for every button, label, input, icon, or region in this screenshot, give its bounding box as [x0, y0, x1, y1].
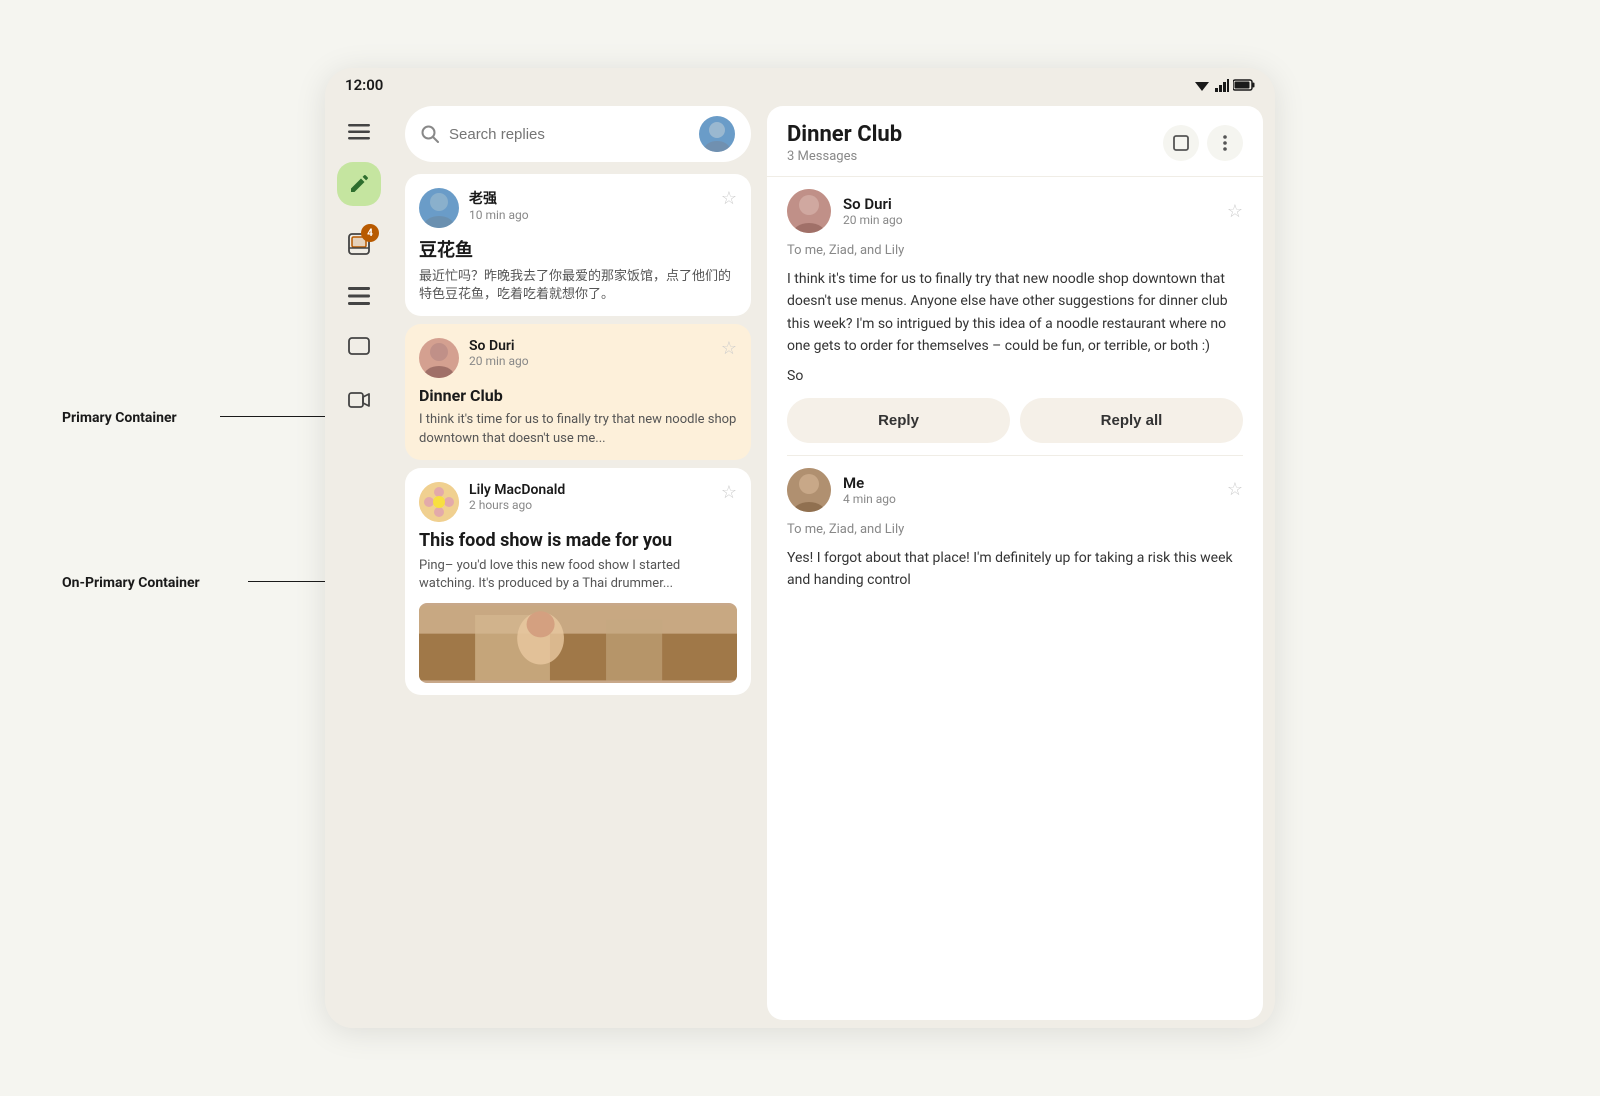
message-avatar-1: [787, 189, 831, 233]
message-body-2: Yes! I forgot about that place! I'm defi…: [787, 547, 1243, 592]
detail-more-button[interactable]: [1207, 125, 1243, 161]
reply-button[interactable]: Reply: [787, 398, 1010, 443]
detail-header-actions: [1163, 125, 1243, 161]
detail-count: 3 Messages: [787, 149, 902, 164]
email-preview-1: 最近忙吗？昨晚我去了你最爱的那家饭馆，点了他们的特色豆花鱼，吃着吃着就想你了。: [419, 268, 737, 304]
search-icon: [421, 125, 439, 143]
email-time-2: 20 min ago: [469, 354, 711, 368]
email-avatar-1: [419, 188, 459, 228]
search-input[interactable]: [449, 126, 689, 143]
status-icons: [1193, 79, 1255, 92]
detail-header: Dinner Club 3 Messages: [767, 106, 1263, 177]
reply-actions: Reply Reply all: [787, 398, 1243, 443]
email-header-2: So Duri 20 min ago ☆: [419, 338, 737, 378]
email-header-1: 老强 10 min ago ☆: [419, 188, 737, 228]
email-meta-3: Lily MacDonald 2 hours ago: [469, 482, 711, 512]
email-subject-3: This food show is made for you: [419, 530, 737, 551]
search-bar[interactable]: [405, 106, 751, 162]
message-sender-1: So Duri: [843, 195, 903, 213]
message-star-2[interactable]: ☆: [1227, 479, 1243, 500]
message-header-2: Me 4 min ago ☆: [787, 468, 1243, 512]
pencil-icon: [349, 174, 369, 194]
sidebar-chat-icon[interactable]: [337, 326, 381, 370]
signal-icon: [1215, 79, 1229, 92]
email-avatar-2: [419, 338, 459, 378]
star-icon-1[interactable]: ☆: [721, 188, 737, 209]
user-avatar: [699, 116, 735, 152]
sidebar-video-icon[interactable]: [337, 378, 381, 422]
status-time: 12:00: [345, 76, 383, 94]
detail-panel: Dinner Club 3 Messages: [767, 106, 1263, 1020]
battery-icon: [1233, 79, 1255, 91]
inbox-badge: 4: [361, 224, 379, 242]
message-recipients-1: To me, Ziad, and Lily: [787, 243, 1243, 258]
message-card-2: Me 4 min ago ☆ To me, Ziad, and Lily Yes…: [787, 468, 1243, 604]
email-time-1: 10 min ago: [469, 208, 711, 222]
detail-expand-button[interactable]: [1163, 125, 1199, 161]
message-body-1: I think it's time for us to finally try …: [787, 268, 1243, 358]
primary-container-label: Primary Container: [62, 410, 177, 426]
sidebar: 4: [325, 98, 393, 1028]
on-primary-container-label: On-Primary Container: [62, 575, 200, 591]
sidebar-compose-icon[interactable]: [337, 162, 381, 206]
email-image-thumb: [419, 603, 737, 683]
star-icon-2[interactable]: ☆: [721, 338, 737, 359]
message-avatar-2: [787, 468, 831, 512]
email-preview-2: I think it's time for us to finally try …: [419, 411, 737, 447]
star-icon-3[interactable]: ☆: [721, 482, 737, 503]
phone-frame: 12:00: [325, 68, 1275, 1028]
email-item-soduri[interactable]: So Duri 20 min ago ☆ Dinner Club I think…: [405, 324, 751, 459]
email-meta-1: 老强 10 min ago: [469, 188, 711, 222]
message-recipients-2: To me, Ziad, and Lily: [787, 522, 1243, 537]
email-item-lily[interactable]: Lily MacDonald 2 hours ago ☆ This food s…: [405, 468, 751, 695]
sidebar-inbox-icon[interactable]: 4: [337, 222, 381, 266]
message-time-1: 20 min ago: [843, 213, 903, 227]
message-star-1[interactable]: ☆: [1227, 201, 1243, 222]
email-sender-3: Lily MacDonald: [469, 482, 711, 498]
message-sender-2: Me: [843, 474, 896, 492]
primary-container-line: [220, 416, 340, 417]
sidebar-list-icon[interactable]: [337, 274, 381, 318]
detail-title: Dinner Club: [787, 122, 902, 147]
message-header-1: So Duri 20 min ago ☆: [787, 189, 1243, 233]
app-content: 4: [325, 98, 1275, 1028]
email-time-3: 2 hours ago: [469, 498, 711, 512]
message-signature-1: So: [787, 368, 1243, 384]
email-subject-2: Dinner Club: [419, 386, 737, 405]
email-item-laoquiang[interactable]: 老强 10 min ago ☆ 豆花鱼 最近忙吗？昨晚我去了你最爱的那家饭馆，点…: [405, 174, 751, 316]
email-meta-2: So Duri 20 min ago: [469, 338, 711, 368]
email-subject-1: 豆花鱼: [419, 236, 737, 262]
email-sender-2: So Duri: [469, 338, 711, 354]
email-list: 老强 10 min ago ☆ 豆花鱼 最近忙吗？昨晚我去了你最爱的那家饭馆，点…: [393, 98, 763, 1028]
message-time-2: 4 min ago: [843, 492, 896, 506]
wifi-icon: [1193, 79, 1211, 92]
email-avatar-3: [419, 482, 459, 522]
email-sender-1: 老强: [469, 188, 711, 208]
reply-all-button[interactable]: Reply all: [1020, 398, 1243, 443]
sidebar-menu-icon[interactable]: [337, 110, 381, 154]
email-preview-3: Ping– you'd love this new food show I st…: [419, 557, 737, 593]
message-card-1: So Duri 20 min ago ☆ To me, Ziad, and Li…: [787, 189, 1243, 456]
status-bar: 12:00: [325, 68, 1275, 98]
message-list: So Duri 20 min ago ☆ To me, Ziad, and Li…: [767, 177, 1263, 1020]
email-header-3: Lily MacDonald 2 hours ago ☆: [419, 482, 737, 522]
